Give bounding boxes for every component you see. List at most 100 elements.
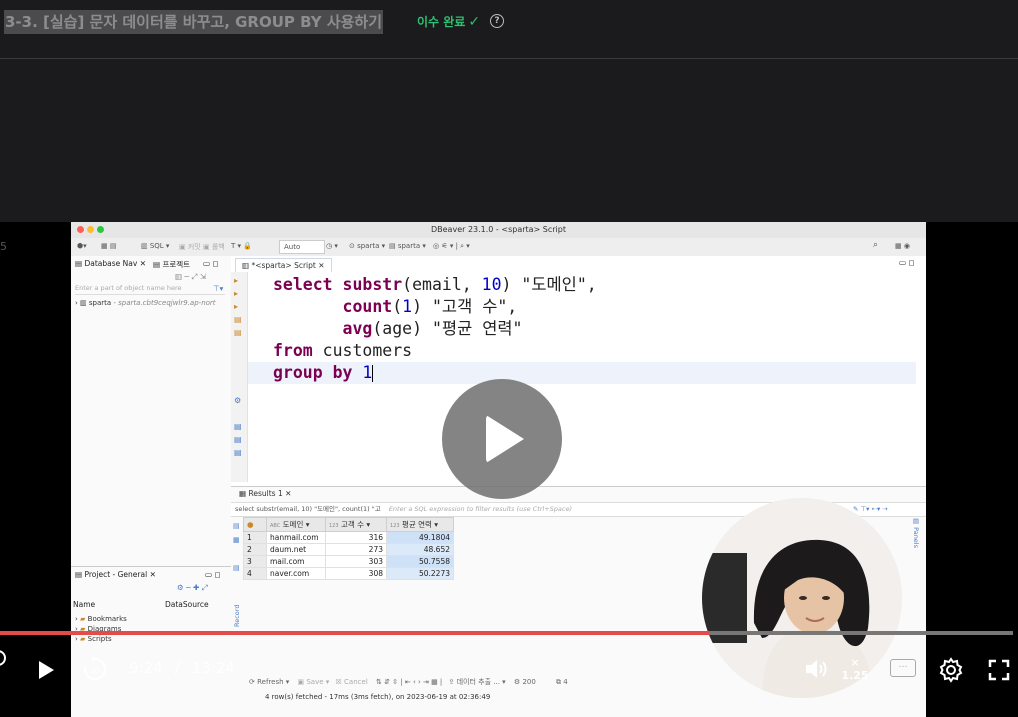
time-display: 9:24 / 13:24 [129, 659, 235, 677]
fullscreen-button[interactable] [988, 659, 1010, 685]
speed-x: × [850, 656, 860, 669]
transaction-mode-select: Auto [279, 240, 325, 254]
cell-avg: 50.7558 [386, 555, 454, 568]
project-item-bookmarks: › ▰ Bookmarks [75, 615, 127, 623]
sql-editor-button: ▥ SQL ▾ [141, 242, 170, 250]
tab-database-navigator: ▤ Database Nav ✕ [75, 259, 146, 268]
cell-count: 273 [325, 543, 387, 556]
table-row: 2 daum.net 273 48.652 [243, 543, 454, 556]
video-player[interactable]: 5 DBeaver 23.1.0 - <sparta> Script ⬢▾ ▦ … [0, 222, 1018, 717]
filter-icon: ⊤▾ [213, 284, 224, 293]
sql-editor: ▥ *<sparta> Script ✕ ▭ ◻ ▸ ▸ ▸ ▤ ▤ ⚙ ▤ ▤ ▤ sele… [231, 256, 926, 486]
record-toggle: Record [233, 604, 241, 627]
video-progress-bar[interactable] [0, 631, 1013, 635]
current-time: 9:24 [129, 659, 163, 677]
speed-value: 1.25 [841, 669, 869, 682]
query-preview: select substr(email, 10) "도메인", count(1)… [235, 505, 381, 513]
search-icon: ⌕ [873, 240, 879, 250]
playback-speed-button[interactable]: × 1.25 [840, 656, 870, 682]
connection-tree-item: › ▥ sparta - sparta.cbt9ceqjwlr9.ap-nort [75, 299, 216, 307]
history-icon: ◷ ▾ [326, 242, 338, 250]
captions-icon[interactable]: … [890, 659, 916, 677]
nav-toolbar-icons: ▥ ─ ⤢ ⇲ [175, 272, 207, 281]
fetch-size-field: ⚙ 200 [513, 678, 536, 686]
lesson-title: 3-3. [실습] 문자 데이터를 바꾸고, GROUP BY 사용하기 [4, 10, 384, 34]
connect-icon: ⬢▾ [77, 242, 87, 250]
cell-avg: 49.1804 [386, 531, 454, 544]
project-panel: ▤ Project - General ✕ ▭ ◻ ⚙ ─ ✚ ⤢ Name D… [71, 566, 232, 717]
nav-arrows-icon: ⇅ ⇵ ⇳ | ⇤ ‹ › ⇥ ▦ | [376, 678, 443, 686]
perspective-icon: ▦ ◉ [895, 242, 910, 250]
text-caret [372, 365, 374, 382]
filter-tools-icon: ✎ ⊤▾ ⇠▾ ⇢ [853, 505, 888, 513]
settings-button[interactable] [938, 657, 964, 687]
grid-mode-icons: ▤ ▦ ▤ [233, 522, 240, 572]
volume-icon [806, 660, 827, 678]
cell-count: 308 [325, 567, 387, 580]
lesson-header: 3-3. [실습] 문자 데이터를 바꾸고, GROUP BY 사용하기 이수 … [0, 0, 1018, 59]
column-header-domain: ABC 도메인 ▾ [266, 517, 326, 532]
play-icon [486, 415, 524, 463]
play-small-icon [39, 661, 54, 679]
cell-count: 316 [325, 531, 387, 544]
play-button[interactable] [36, 659, 56, 685]
window-titlebar: DBeaver 23.1.0 - <sparta> Script [71, 222, 926, 239]
table-row: 3 mail.com 303 50.7558 [243, 555, 454, 568]
cell-count: 303 [325, 555, 387, 568]
database-navigator: ▤ Database Nav ✕ ▤ 프로젝트 ▭ ◻ ▥ ─ ⤢ ⇲ Ente… [71, 256, 232, 566]
svg-text:10: 10 [91, 666, 100, 675]
results-toolbar: ⟳ Refresh ▾ ▣ Save ▾ ☒ Cancel ⇅ ⇵ ⇳ | ⇤ … [249, 677, 568, 687]
completion-status: 이수 완료 ✓ [417, 12, 480, 32]
editor-pane-controls-icon: ▭ ◻ [899, 258, 915, 267]
tx-mode-icon: T ▾ 🔒 [231, 242, 252, 250]
db-icon: ▦ ▤ [101, 242, 117, 250]
fetch-status-text: 4 row(s) fetched - 17ms (3ms fetch), on … [265, 693, 491, 701]
side-number: 5 [0, 240, 7, 253]
play-overlay-button[interactable] [442, 379, 562, 499]
execute-icons: ▸ ▸ ▸ ▤ ▤ [234, 276, 242, 337]
cell-avg: 50.2273 [386, 567, 454, 580]
check-icon: ✓ [468, 14, 481, 30]
project-toolbar-icons: ⚙ ─ ✚ ⤢ [177, 583, 208, 592]
cell-avg: 48.652 [386, 543, 454, 556]
col-datasource: DataSource [165, 600, 209, 609]
export-button: ⇪ 데이터 추출 ... ▾ [448, 678, 506, 686]
commit-button: ▣ 커밋 [179, 243, 201, 251]
pane-controls-icon: ▭ ◻ [203, 259, 219, 268]
rewind-10-icon: 10 [84, 656, 107, 680]
gear-icon [939, 657, 963, 683]
project-pane-controls-icon: ▭ ◻ [205, 570, 221, 579]
editor-gutter: ▸ ▸ ▸ ▤ ▤ ⚙ ▤ ▤ ▤ [231, 272, 248, 482]
cell-domain: daum.net [266, 543, 326, 556]
results-grid: ● ABC 도메인 ▾ 123 고객 수 ▾ 123 평균 연력 ▾ 1 hanm… [243, 517, 454, 580]
help-icon[interactable]: ? [490, 14, 504, 28]
tab-script: ▥ *<sparta> Script ✕ [235, 258, 332, 272]
volume-button[interactable] [804, 658, 828, 684]
time-separator: / [174, 659, 180, 677]
cell-domain: hanmail.com [266, 531, 326, 544]
cell-domain: mail.com [266, 555, 326, 568]
column-header-avg: 123 평균 연력 ▾ [386, 517, 454, 532]
navigator-filter: Enter a part of object name here [75, 284, 225, 295]
project-item-scripts: › ▰ Scripts [75, 635, 112, 643]
column-header-count: 123 고객 수 ▾ [325, 517, 387, 532]
window-title: DBeaver 23.1.0 - <sparta> Script [430, 225, 566, 234]
duration: 13:24 [191, 659, 235, 677]
tab-results: ▦ Results 1 ✕ [239, 489, 292, 498]
toolbar-search-icon: ◎ ⚟ ▾ | ⌕ ▾ [433, 242, 470, 250]
main-toolbar: ⬢▾ ▦ ▤ ▥ SQL ▾ ▣ 커밋 ▣ 롤백 T ▾ 🔒 Auto ◷ ▾ … [71, 238, 926, 257]
panels-toggle: ▤ Panels [912, 517, 920, 548]
table-row: 4 naver.com 308 50.2273 [243, 567, 454, 580]
presenter-webcam [702, 498, 902, 698]
datasource-selector: ⊙ sparta ▾ [349, 242, 386, 250]
prev-icon[interactable] [0, 648, 10, 672]
cell-domain: naver.com [266, 567, 326, 580]
fullscreen-icon [988, 659, 1010, 681]
settings-gear-icon: ⚙ ▤ ▤ ▤ [234, 396, 242, 457]
refresh-button: ⟳ Refresh ▾ [249, 678, 290, 686]
table-row: 1 hanmail.com 316 49.1804 [243, 531, 454, 544]
cancel-button: ☒ Cancel [335, 678, 368, 686]
row-number-header: ● [243, 517, 267, 532]
tab-project: ▤ 프로젝트 [153, 260, 191, 269]
rewind-10-button[interactable]: 10 [82, 656, 108, 686]
